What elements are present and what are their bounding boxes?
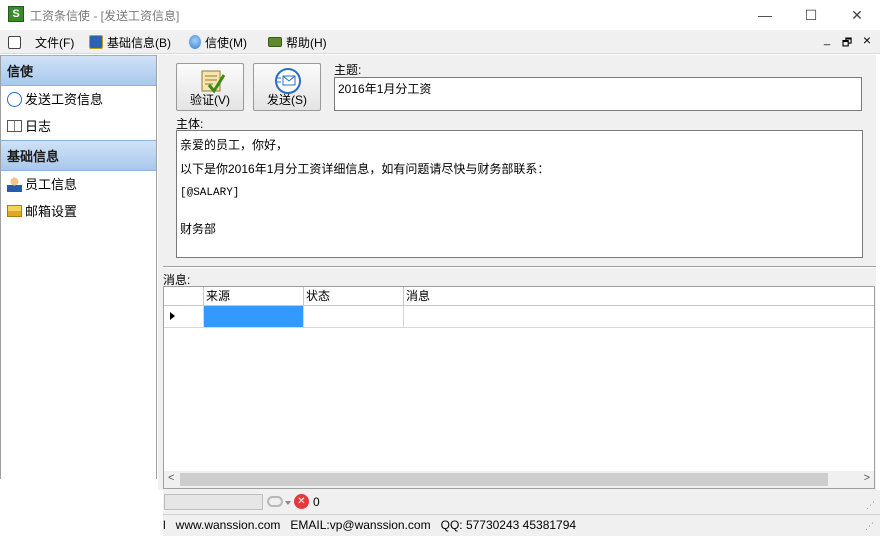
current-row-arrow-icon: [170, 312, 175, 320]
menu-help[interactable]: 帮助(H): [268, 34, 327, 52]
column-header-status[interactable]: 状态: [304, 287, 404, 306]
body-line: 财务部: [180, 222, 217, 236]
grid-corner-header: [164, 287, 204, 306]
messages-grid[interactable]: 来源 状态 消息 < >: [163, 286, 875, 489]
close-button[interactable]: ✕: [834, 0, 880, 30]
subject-label: 主题:: [334, 63, 362, 77]
horizontal-scrollbar[interactable]: < >: [164, 471, 874, 488]
scroll-left-button[interactable]: <: [168, 472, 174, 484]
menu-messenger[interactable]: 信使(M): [189, 34, 247, 52]
scroll-right-button[interactable]: >: [864, 472, 870, 484]
sidebar-group-messenger[interactable]: 信使: [1, 55, 156, 86]
menu-basic-info-label: 基础信息(B): [107, 36, 171, 50]
menu-basic-info[interactable]: 基础信息(B): [89, 34, 171, 52]
table-cell-source[interactable]: [204, 306, 304, 328]
body-line: 亲爱的员工，你好，: [180, 138, 289, 152]
menu-messenger-label: 信使(M): [205, 36, 247, 50]
table-cell-status[interactable]: [304, 306, 404, 328]
menu-help-label: 帮助(H): [286, 36, 327, 50]
sidebar-item-mailbox-settings[interactable]: 邮箱设置: [1, 198, 156, 225]
subject-input[interactable]: 2016年1月分工资: [334, 77, 862, 111]
sidebar-item-label: 员工信息: [25, 177, 78, 192]
window-title: 工资条信使 - [发送工资信息]: [30, 9, 180, 23]
help-book-icon: [268, 37, 282, 47]
row-header[interactable]: [164, 306, 204, 328]
system-menu-icon[interactable]: [8, 34, 25, 52]
splitter[interactable]: [163, 266, 876, 268]
status-bar-progress: ✕ 0 ⋰: [163, 490, 880, 514]
verify-label: 验证(V): [190, 93, 230, 107]
window-system-icon: [8, 36, 21, 49]
mailbox-icon: [7, 205, 22, 217]
send-label: 发送(S): [267, 93, 307, 107]
sidebar: 信使 发送工资信息 日志 基础信息 员工信息 邮箱设置: [0, 55, 157, 479]
dropdown-arrow-icon[interactable]: [285, 501, 291, 505]
body-textarea[interactable]: 亲爱的员工，你好， 以下是你2016年1月分工资详细信息，如有问题请尽快与财务部…: [176, 130, 863, 258]
resize-grip-icon[interactable]: ⋰: [866, 500, 875, 511]
title-bar: S 工资条信使 - [发送工资信息] — ☐ ✕: [0, 0, 880, 30]
column-header-source[interactable]: 来源: [204, 287, 304, 306]
maximize-button[interactable]: ☐: [788, 0, 834, 30]
bulb-icon: [189, 35, 201, 49]
log-book-icon: [7, 120, 22, 132]
body-line: 以下是你2016年1月分工资详细信息，如有问题请尽快与财务部联系：: [180, 162, 550, 176]
footer-contact: l www.wanssion.com EMAIL:vp@wanssion.com…: [163, 518, 577, 532]
mdi-minimize-button[interactable]: _: [820, 34, 834, 46]
status-bar-footer: l www.wanssion.com EMAIL:vp@wanssion.com…: [163, 514, 880, 536]
sidebar-item-employee-info[interactable]: 员工信息: [1, 171, 156, 198]
sidebar-item-label: 日志: [25, 119, 52, 134]
table-cell-message[interactable]: [404, 306, 874, 328]
body-line: [180, 205, 859, 217]
sidebar-item-log[interactable]: 日志: [1, 113, 156, 140]
sidebar-group-basic-info[interactable]: 基础信息: [1, 140, 156, 171]
verify-button[interactable]: 验证(V): [176, 63, 244, 111]
sidebar-item-send-salary[interactable]: 发送工资信息: [1, 86, 156, 113]
send-salary-icon: [7, 92, 22, 107]
error-count: 0: [313, 495, 320, 509]
book-icon: [89, 35, 103, 49]
mdi-close-button[interactable]: ×: [860, 32, 874, 48]
menu-file[interactable]: 文件(F): [35, 34, 74, 52]
progress-bar: [164, 494, 263, 510]
sidebar-item-label: 邮箱设置: [25, 204, 78, 219]
app-icon: S: [8, 6, 24, 22]
send-button[interactable]: 发送(S): [253, 63, 321, 111]
employee-icon: [7, 177, 22, 192]
scroll-thumb[interactable]: [180, 473, 828, 486]
error-icon: ✕: [294, 494, 309, 509]
resize-grip-icon[interactable]: ⋰: [865, 521, 874, 532]
mdi-restore-button[interactable]: 🗗: [840, 34, 854, 53]
body-line: [@SALARY]: [180, 187, 240, 199]
link-icon[interactable]: [267, 496, 283, 507]
menu-bar: 文件(F) 基础信息(B) 信使(M) 帮助(H) _ 🗗 ×: [0, 30, 880, 54]
column-header-message[interactable]: 消息: [404, 287, 874, 306]
minimize-button[interactable]: —: [742, 0, 788, 30]
sidebar-item-label: 发送工资信息: [25, 92, 104, 107]
